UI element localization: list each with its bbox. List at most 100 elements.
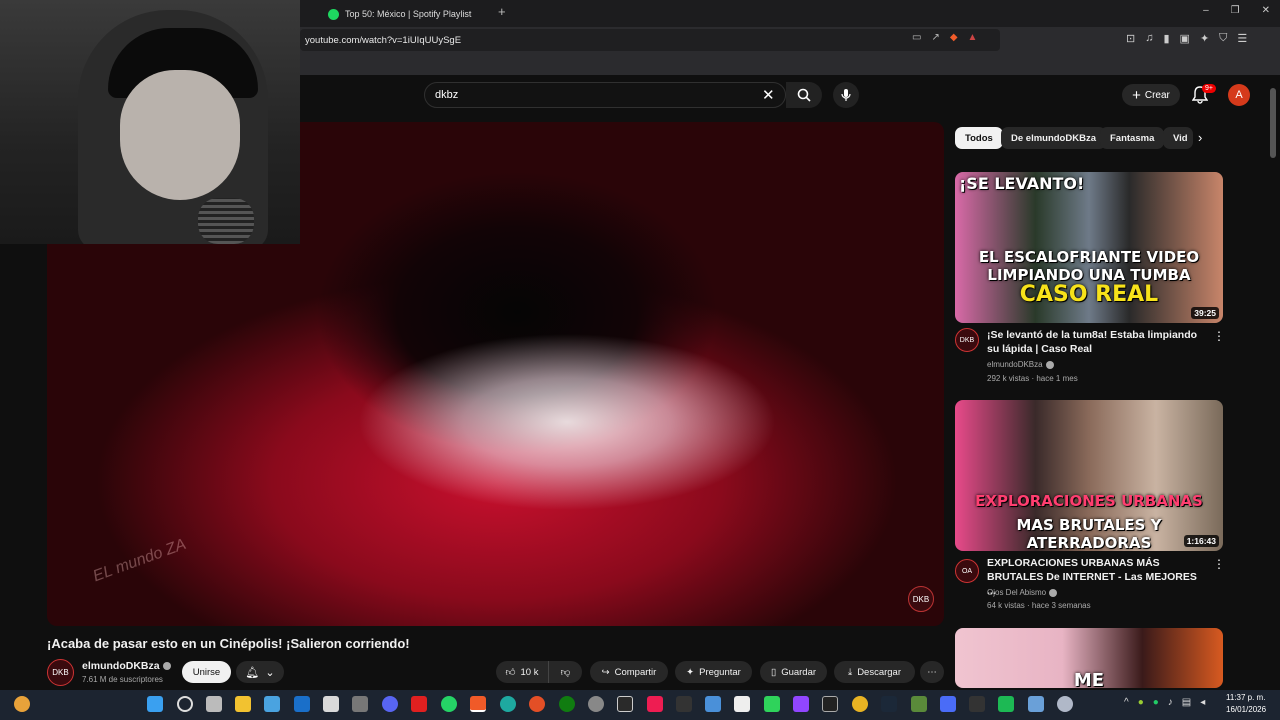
create-button[interactable]: + Crear <box>1122 84 1180 106</box>
epic-games-icon[interactable] <box>676 696 692 712</box>
bell-icon: 🔔︎ <box>245 666 260 679</box>
video-title: ¡Acaba de pasar esto en un Cinépolis! ¡S… <box>47 636 410 651</box>
microphone-icon <box>198 198 254 244</box>
app-icon[interactable] <box>323 696 339 712</box>
app-icon[interactable] <box>822 696 838 712</box>
app-icon[interactable] <box>764 696 780 712</box>
search-icon[interactable] <box>177 696 193 712</box>
share-page-icon[interactable]: ↗ <box>931 32 939 43</box>
brave-icon[interactable] <box>470 696 486 712</box>
task-view-icon[interactable] <box>206 696 222 712</box>
cast-icon[interactable]: ▭ <box>912 32 921 43</box>
network-icon[interactable]: ▤ <box>1182 697 1191 708</box>
save-button[interactable]: ▯ Guardar <box>760 661 827 683</box>
chip-videos[interactable]: Vid <box>1163 127 1193 149</box>
search-input[interactable]: dkbz <box>424 82 786 108</box>
tray-overflow-icon[interactable]: ^ <box>1124 697 1129 708</box>
download-button[interactable]: ⤓ Descargar <box>834 661 915 683</box>
tray-app-icon[interactable]: ● <box>1138 697 1144 708</box>
kebab-menu-icon[interactable]: ⋮ <box>1213 557 1225 571</box>
xbox-icon[interactable] <box>559 696 575 712</box>
kebab-menu-icon[interactable]: ⋮ <box>1213 329 1225 343</box>
thumbnail-text: EL ESCALOFRIANTE VIDEO LIMPIANDO UNA TUM… <box>978 248 1200 284</box>
app-icon[interactable] <box>352 696 368 712</box>
more-actions-button[interactable]: ⋯ <box>920 661 944 683</box>
app-icon[interactable] <box>529 696 545 712</box>
sidebar-icon[interactable]: ▮ <box>1163 32 1169 45</box>
file-explorer-icon[interactable] <box>235 696 251 712</box>
subscriber-count: 7.61 M de suscriptores <box>82 675 163 684</box>
steam-icon[interactable] <box>881 696 897 712</box>
app-icon[interactable] <box>734 696 750 712</box>
tray-app-icon[interactable]: ● <box>1153 697 1159 708</box>
like-button[interactable]: 👍︎ 10 k <box>496 661 548 683</box>
share-button[interactable]: ↪ Compartir <box>590 661 668 683</box>
channel-avatar[interactable]: DKB <box>47 659 74 686</box>
minimize-button[interactable]: – <box>1203 5 1209 16</box>
whatsapp-icon[interactable] <box>441 696 457 712</box>
music-icon[interactable]: ♫ <box>1145 32 1153 45</box>
subscription-notifications-button[interactable]: 🔔︎ ⌄ <box>236 661 284 683</box>
related-thumbnail[interactable]: EXPLORACIONES URBANAS MAS BRUTALES Y ATE… <box>955 400 1223 551</box>
related-channel-name[interactable]: elmundoDKBza <box>987 360 1054 369</box>
start-icon[interactable] <box>147 696 163 712</box>
account-avatar[interactable]: A <box>1228 84 1250 106</box>
app-icon[interactable] <box>617 696 633 712</box>
tab-spotify-playlist[interactable]: Top 50: México | Spotify Playlist <box>328 3 488 25</box>
app-icon[interactable] <box>1028 696 1044 712</box>
brave-rewards-icon[interactable]: ▲ <box>968 32 978 43</box>
close-window-button[interactable]: ✕ <box>1262 5 1270 16</box>
leo-icon[interactable]: ✦ <box>1200 32 1209 45</box>
epic-games-icon[interactable] <box>969 696 985 712</box>
menu-icon[interactable]: ☰ <box>1237 32 1247 45</box>
new-tab-button[interactable]: + <box>498 4 506 19</box>
vpn-icon[interactable]: ⛉ <box>1219 32 1227 45</box>
chip-fantasma[interactable]: Fantasma <box>1100 127 1165 149</box>
channel-name[interactable]: elmundoDKBza <box>82 660 171 672</box>
chip-todos[interactable]: Todos <box>955 127 1003 149</box>
weather-icon[interactable] <box>14 696 30 712</box>
clock-date[interactable]: 16/01/2026 <box>1226 705 1266 714</box>
app-icon[interactable] <box>588 696 604 712</box>
dislike-button[interactable]: 👎︎ <box>548 661 582 683</box>
window-controls: – ❐ ✕ <box>1203 5 1270 16</box>
related-channel-avatar[interactable]: DKB <box>955 328 979 352</box>
wallet-icon[interactable]: ▣ <box>1180 32 1190 45</box>
chip-channel[interactable]: De elmundoDKBza <box>1001 127 1106 149</box>
tiktok-icon[interactable] <box>647 696 663 712</box>
related-video-title[interactable]: ¡Se levantó de la tum8a! Estaba limpiand… <box>987 328 1205 356</box>
address-bar[interactable]: youtube.com/watch?v=1iUIqUUySgE <box>300 29 1000 51</box>
related-channel-avatar[interactable]: OA <box>955 559 979 583</box>
page-scrollbar[interactable] <box>1270 88 1276 158</box>
voice-search-button[interactable] <box>833 82 859 108</box>
store-icon[interactable] <box>264 696 280 712</box>
search-button[interactable] <box>786 82 822 108</box>
clear-search-icon[interactable]: ✕ <box>762 86 775 104</box>
settings-icon[interactable] <box>1057 696 1073 712</box>
app-icon[interactable] <box>852 696 868 712</box>
join-button[interactable]: Unirse <box>182 661 231 683</box>
share-label: Compartir <box>614 666 657 678</box>
ask-button[interactable]: ✦ Preguntar <box>675 661 752 683</box>
chevron-right-icon[interactable]: › <box>1198 130 1202 145</box>
screenshot-icon[interactable]: ⊡ <box>1126 32 1135 45</box>
maximize-button[interactable]: ❐ <box>1231 5 1240 16</box>
outlook-icon[interactable] <box>294 696 310 712</box>
related-thumbnail[interactable]: ¡SE LEVANTO! EL ESCALOFRIANTE VIDEO LIMP… <box>955 172 1223 323</box>
related-thumbnail[interactable]: ME <box>955 628 1223 688</box>
channel-watermark-logo[interactable]: DKB <box>908 586 934 612</box>
brave-shields-icon[interactable]: ◆ <box>950 32 958 43</box>
minecraft-icon[interactable] <box>911 696 927 712</box>
clock-time[interactable]: 11:37 p. m. <box>1226 693 1265 702</box>
app-icon[interactable] <box>940 696 956 712</box>
volume-icon[interactable]: ◂ <box>1200 697 1205 708</box>
app-icon[interactable] <box>411 696 427 712</box>
video-watermark: EL mundo ZA <box>90 535 189 586</box>
edge-icon[interactable] <box>500 696 516 712</box>
discord-icon[interactable] <box>382 696 398 712</box>
app-icon[interactable] <box>705 696 721 712</box>
mic-icon[interactable]: ♪ <box>1168 697 1173 708</box>
spotify-icon[interactable] <box>998 696 1014 712</box>
related-channel-name[interactable]: Ojos Del Abismo <box>987 588 1058 597</box>
twitch-icon[interactable] <box>793 696 809 712</box>
